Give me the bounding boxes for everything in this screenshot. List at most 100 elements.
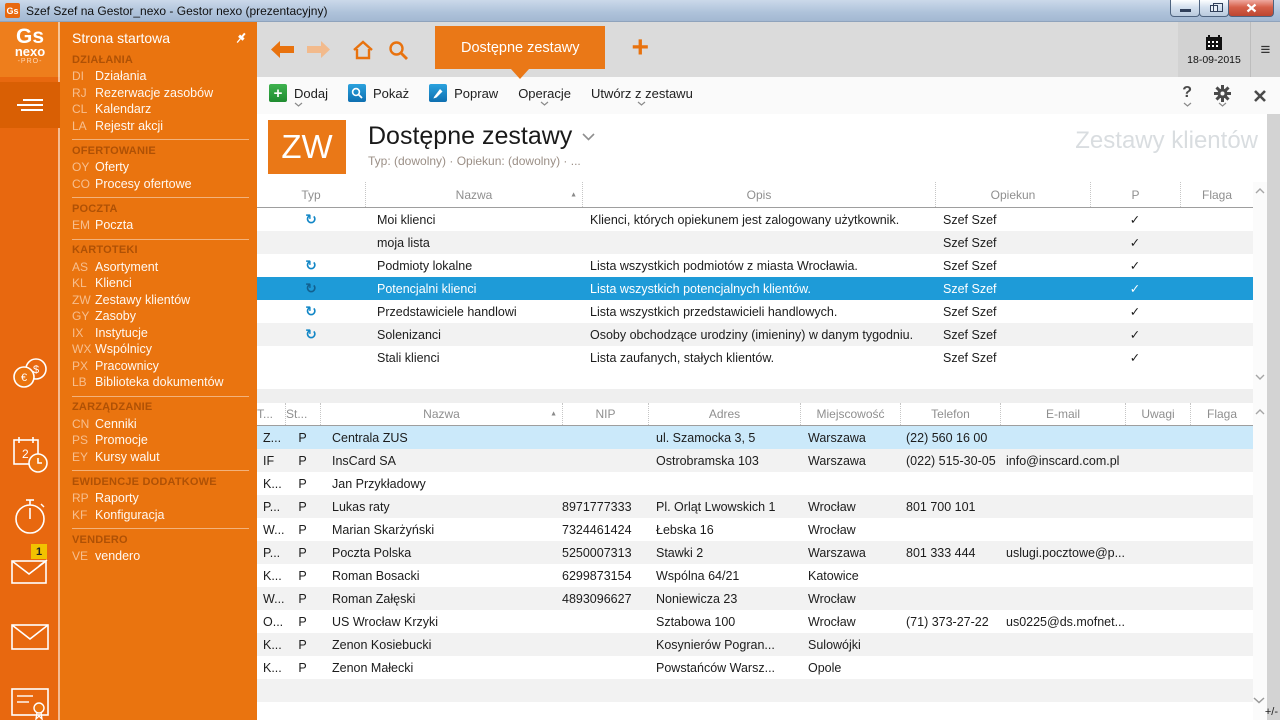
cell-miejscowosc: Sulowójki xyxy=(800,638,900,652)
app-menu-button[interactable]: ≡ xyxy=(1251,22,1280,77)
sidebar-item-zw[interactable]: ZWZestawy klientów xyxy=(72,292,249,309)
sidebar-item-ey[interactable]: EYKursy walut xyxy=(72,449,249,466)
edit-button[interactable]: Popraw xyxy=(429,84,498,107)
column-header-flaga[interactable]: Flaga xyxy=(1190,403,1253,425)
sidebar-item-oy[interactable]: OYOferty xyxy=(72,159,249,176)
license-module-button[interactable] xyxy=(0,684,60,720)
column-header-p[interactable]: P xyxy=(1090,182,1180,207)
sidebar-item-la[interactable]: LARejestr akcji xyxy=(72,118,249,135)
planner-module-button[interactable]: 2 xyxy=(0,434,60,476)
sidebar-item-rp[interactable]: RPRaporty xyxy=(72,490,249,507)
close-view-icon xyxy=(1253,89,1267,103)
sidebar-item-di[interactable]: DIDziałania xyxy=(72,68,249,85)
scroll-down-icon[interactable] xyxy=(1255,374,1265,380)
date-button[interactable]: 18-09-2015 xyxy=(1178,22,1251,77)
sidebar-item-kf[interactable]: KFKonfiguracja xyxy=(72,507,249,524)
clients-row[interactable]: P...PPoczta Polska5250007313Stawki 2Wars… xyxy=(257,541,1253,564)
mail-module-button[interactable] xyxy=(0,622,60,652)
sidebar-item-cl[interactable]: CLKalendarz xyxy=(72,101,249,118)
timer-module-button[interactable] xyxy=(0,495,60,539)
sidebar-item-ps[interactable]: PSPromocje xyxy=(72,432,249,449)
cell-typ: ↻ xyxy=(257,280,365,297)
clients-row[interactable]: IFPInsCard SAOstrobramska 103Warszawa(02… xyxy=(257,449,1253,472)
cell-opis: Lista wszystkich przedstawicieli handlow… xyxy=(582,305,935,319)
settings-button[interactable] xyxy=(1214,85,1231,107)
minimize-button[interactable] xyxy=(1170,0,1200,17)
sets-row[interactable]: ↻Moi klienciKlienci, których opiekunem j… xyxy=(257,208,1253,231)
pin-icon[interactable] xyxy=(233,30,249,46)
sidebar-item-lb[interactable]: LBBiblioteka dokumentów xyxy=(72,374,249,391)
sets-row[interactable]: ↻Przedstawiciele handlowiLista wszystkic… xyxy=(257,300,1253,323)
clients-row[interactable]: K...PZenon KosiebuckiKosynierów Pogran..… xyxy=(257,633,1253,656)
sidebar-item-px[interactable]: PXPracownicy xyxy=(72,358,249,375)
column-header-email[interactable]: E-mail xyxy=(1000,403,1125,425)
clients-row[interactable]: W...PRoman Załęski4893096627Noniewicza 2… xyxy=(257,587,1253,610)
cell-opiekun: Szef Szef xyxy=(935,282,1090,296)
show-button[interactable]: Pokaż xyxy=(348,84,409,107)
column-header-miejscowosc[interactable]: Miejscowość xyxy=(800,403,900,425)
sets-row[interactable]: ↻SolenizanciOsoby obchodzące urodziny (i… xyxy=(257,323,1253,346)
sidebar-item-strona-startowa[interactable]: Strona startowa xyxy=(72,28,249,48)
new-tab-button[interactable]: + xyxy=(631,33,649,63)
create-from-set-button[interactable]: Utwórz z zestawu xyxy=(591,86,693,106)
help-button[interactable]: ? xyxy=(1182,84,1192,107)
currency-module-button[interactable]: $ € xyxy=(0,356,60,390)
page-title[interactable]: Dostępne zestawy xyxy=(368,122,595,151)
column-header-st[interactable]: St... xyxy=(285,403,320,425)
sidebar-item-ve[interactable]: VEvendero xyxy=(72,548,249,565)
home-button[interactable] xyxy=(351,39,375,60)
cell-adres: Stawki 2 xyxy=(648,546,800,560)
sidebar-item-wx[interactable]: WXWspólnicy xyxy=(72,341,249,358)
sidebar-item-cn[interactable]: CNCenniki xyxy=(72,416,249,433)
sets-row[interactable]: Stali klienciLista zaufanych, stałych kl… xyxy=(257,346,1253,369)
clients-row[interactable]: Z...PCentrala ZUSul. Szamocka 3, 5Warsza… xyxy=(257,426,1253,449)
sidebar-item-rj[interactable]: RJRezerwacje zasobów xyxy=(72,85,249,102)
column-header-opis[interactable]: Opis xyxy=(582,182,935,207)
close-button[interactable] xyxy=(1228,0,1274,17)
column-header-flaga[interactable]: Flaga xyxy=(1180,182,1253,207)
search-button[interactable] xyxy=(388,40,408,60)
clients-row[interactable]: K...PRoman Bosacki6299873154Wspólna 64/2… xyxy=(257,564,1253,587)
filter-summary[interactable]: Typ: (dowolny) · Opiekun: (dowolny) · ..… xyxy=(368,154,595,168)
item-code: CO xyxy=(72,177,95,191)
tab-dostepne-zestawy[interactable]: Dostępne zestawy xyxy=(435,26,605,69)
restore-button[interactable] xyxy=(1199,0,1229,17)
sets-row[interactable]: ↻Potencjalni klienciLista wszystkich pot… xyxy=(257,277,1253,300)
sidebar-item-gy[interactable]: GYZasoby xyxy=(72,308,249,325)
column-chooser-button[interactable]: +/- xyxy=(1265,706,1278,718)
sidebar-item-em[interactable]: EMPoczta xyxy=(72,217,249,234)
panel-splitter[interactable] xyxy=(257,389,1266,403)
column-header-adres[interactable]: Adres xyxy=(648,403,800,425)
column-header-nazwa[interactable]: Nazwa ▲ xyxy=(365,182,582,207)
column-header-nip[interactable]: NIP xyxy=(562,403,648,425)
module-menu-button[interactable]: ‹ xyxy=(0,82,60,128)
sidebar-item-kl[interactable]: KLKlienci xyxy=(72,275,249,292)
clients-row[interactable]: O...PUS Wrocław KrzykiSztabowa 100Wrocła… xyxy=(257,610,1253,633)
clients-row[interactable]: W...PMarian Skarżyński7324461424Łebska 1… xyxy=(257,518,1253,541)
scroll-up-icon[interactable] xyxy=(1255,409,1265,415)
column-header-opiekun[interactable]: Opiekun xyxy=(935,182,1090,207)
clients-row[interactable]: K...PJan Przykładowy xyxy=(257,472,1253,495)
operations-button[interactable]: Operacje xyxy=(518,86,571,106)
back-button[interactable] xyxy=(271,41,294,58)
sets-row[interactable]: ↻Podmioty lokalneLista wszystkich podmio… xyxy=(257,254,1253,277)
clients-row[interactable]: P...PLukas raty8971777333Pl. Orląt Lwows… xyxy=(257,495,1253,518)
column-header-uwagi[interactable]: Uwagi xyxy=(1125,403,1190,425)
add-button[interactable]: + Dodaj xyxy=(269,84,328,107)
column-header-t[interactable]: T... xyxy=(257,403,285,425)
sidebar-item-co[interactable]: COProcesy ofertowe xyxy=(72,176,249,193)
column-header-telefon[interactable]: Telefon xyxy=(900,403,1000,425)
inbox-module-button[interactable]: 1 xyxy=(0,554,60,591)
forward-button[interactable] xyxy=(307,41,330,58)
column-header-nazwa[interactable]: Nazwa ▲ xyxy=(320,403,562,425)
scroll-up-icon[interactable] xyxy=(1255,188,1265,194)
sets-row[interactable]: moja listaSzef Szef✓ xyxy=(257,231,1253,254)
clients-row[interactable]: K...PZenon MałeckiPowstańców Warsz...Opo… xyxy=(257,656,1253,679)
close-view-button[interactable] xyxy=(1253,89,1267,103)
sidebar-item-as[interactable]: ASAsortyment xyxy=(72,259,249,276)
cell-miejscowosc: Wrocław xyxy=(800,615,900,629)
sidebar-item-ix[interactable]: IXInstytucje xyxy=(72,325,249,342)
column-header-typ[interactable]: Typ xyxy=(257,182,365,207)
column-chooser-chevron-icon[interactable] xyxy=(1253,697,1265,704)
item-label: Oferty xyxy=(95,160,129,174)
